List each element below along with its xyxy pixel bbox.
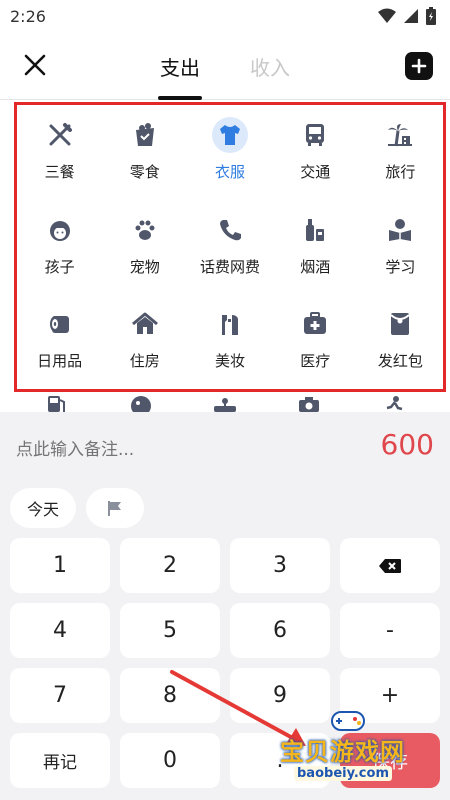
category-children[interactable]: 孩子 [17, 200, 102, 295]
category-label: 烟酒 [300, 257, 331, 276]
category-clothes[interactable]: 衣服 [187, 105, 272, 200]
category-label: 旅行 [385, 163, 416, 181]
category-label: 零食 [129, 163, 160, 181]
category-label: 交通 [300, 163, 331, 181]
add-category-button[interactable] [405, 52, 433, 80]
key-6[interactable]: 6 [230, 603, 330, 658]
category-daily-goods[interactable]: 日用品 [17, 294, 102, 389]
save-button[interactable]: 保存 [340, 733, 440, 788]
game-icon [127, 392, 155, 412]
category-label: 美妆 [214, 352, 245, 371]
category-label: 学习 [385, 257, 416, 276]
category-label: 衣服 [214, 163, 245, 181]
wifi-icon [378, 8, 396, 23]
backspace-key[interactable] [340, 538, 440, 593]
number-keypad: 1 2 3 4 5 6 - 7 8 9 + 再记 0 . 保存 [10, 538, 440, 796]
bus-icon [297, 117, 333, 153]
close-button[interactable] [20, 50, 50, 80]
decimal-key[interactable]: . [230, 733, 330, 788]
category-medical[interactable]: 医疗 [273, 294, 358, 389]
category-meals[interactable]: 三餐 [17, 105, 102, 200]
category-label: 宠物 [129, 257, 160, 276]
child-icon [42, 212, 78, 248]
medical-kit-icon [297, 306, 333, 342]
plus-icon [411, 58, 427, 74]
signal-icon [404, 9, 418, 23]
category-travel[interactable]: 旅行 [358, 105, 443, 200]
category-label: 孩子 [44, 257, 75, 276]
close-icon [24, 54, 46, 76]
key-4[interactable]: 4 [10, 603, 110, 658]
plus-key[interactable]: + [340, 668, 440, 723]
camera-icon [295, 392, 323, 412]
category-label: 三餐 [44, 163, 75, 181]
category-pets[interactable]: 宠物 [102, 200, 187, 295]
tab-income[interactable]: 收入 [250, 52, 290, 81]
category-label: 住房 [129, 352, 160, 371]
top-bar: 支出 收入 [0, 32, 450, 100]
category-red-envelope[interactable]: 发红包 [358, 294, 443, 389]
utensils-icon [42, 117, 78, 153]
key-8[interactable]: 8 [120, 668, 220, 723]
category-study[interactable]: 学习 [358, 200, 443, 295]
category-row-partial [0, 392, 450, 412]
joystick-icon [211, 392, 239, 412]
tissue-roll-icon [42, 306, 78, 342]
category-label: 医疗 [300, 352, 331, 371]
key-1[interactable]: 1 [10, 538, 110, 593]
record-again-key[interactable]: 再记 [10, 733, 110, 788]
key-2[interactable]: 2 [120, 538, 220, 593]
battery-icon [426, 7, 436, 25]
note-input[interactable] [16, 434, 316, 466]
active-tab-indicator [158, 96, 202, 100]
key-3[interactable]: 3 [230, 538, 330, 593]
category-tobacco-alcohol[interactable]: 烟酒 [273, 200, 358, 295]
amount-display: 600 [380, 428, 434, 461]
category-makeup[interactable]: 美妆 [187, 294, 272, 389]
red-envelope-icon [382, 306, 418, 342]
flag-chip[interactable] [86, 488, 144, 528]
key-9[interactable]: 9 [230, 668, 330, 723]
category-grid: 三餐 零食 衣服 交通 旅行 孩子 宠物 话费网费 烟酒 学习 日用品 住房 美… [14, 102, 446, 392]
house-icon [127, 306, 163, 342]
input-panel: 600 今天 1 2 3 4 5 6 - 7 8 9 + 再记 0 . 保存 [0, 412, 450, 800]
category-label: 话费网费 [199, 257, 260, 276]
category-label: 发红包 [377, 352, 423, 371]
category-label: 日用品 [37, 352, 83, 371]
running-icon [380, 392, 408, 412]
palm-tree-icon [382, 117, 418, 153]
book-icon [382, 212, 418, 248]
phone-icon [212, 212, 248, 248]
makeup-icon [212, 306, 248, 342]
key-0[interactable]: 0 [120, 733, 220, 788]
date-chip[interactable]: 今天 [10, 488, 76, 528]
backspace-icon [379, 558, 401, 573]
key-5[interactable]: 5 [120, 603, 220, 658]
shirt-icon [211, 117, 248, 153]
paw-icon [127, 212, 163, 248]
minus-key[interactable]: - [340, 603, 440, 658]
flag-icon [108, 501, 121, 516]
tab-expense[interactable]: 支出 [160, 52, 200, 81]
category-snacks[interactable]: 零食 [102, 105, 187, 200]
snack-icon [127, 117, 163, 153]
category-transport[interactable]: 交通 [273, 105, 358, 200]
bottle-icon [297, 212, 333, 248]
key-7[interactable]: 7 [10, 668, 110, 723]
status-bar: 2:26 [0, 0, 450, 32]
gas-pump-icon [42, 392, 70, 412]
status-icons [378, 7, 436, 25]
category-housing[interactable]: 住房 [102, 294, 187, 389]
category-phone-internet[interactable]: 话费网费 [187, 200, 272, 295]
status-time: 2:26 [10, 6, 46, 26]
